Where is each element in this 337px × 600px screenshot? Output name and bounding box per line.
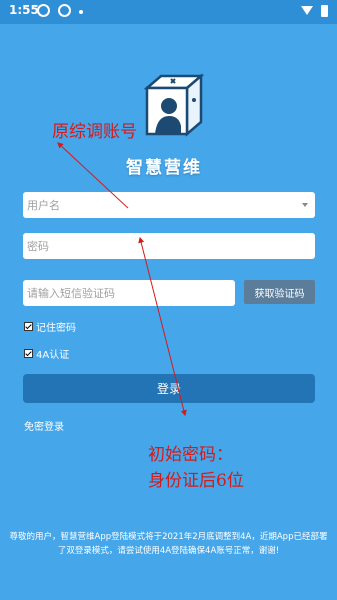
annotation-original-account: 原综调账号 bbox=[52, 122, 137, 142]
annotation-initial-password-line1: 初始密码： bbox=[148, 445, 233, 465]
arrow-to-password bbox=[138, 236, 187, 417]
arrow-to-username bbox=[57, 142, 129, 209]
annotation-arrows bbox=[57, 142, 187, 417]
annotation-initial-password-line2: 身份证后6位 bbox=[148, 471, 244, 491]
annotation-initial-password: 初始密码： 身份证后6位 bbox=[148, 442, 244, 494]
